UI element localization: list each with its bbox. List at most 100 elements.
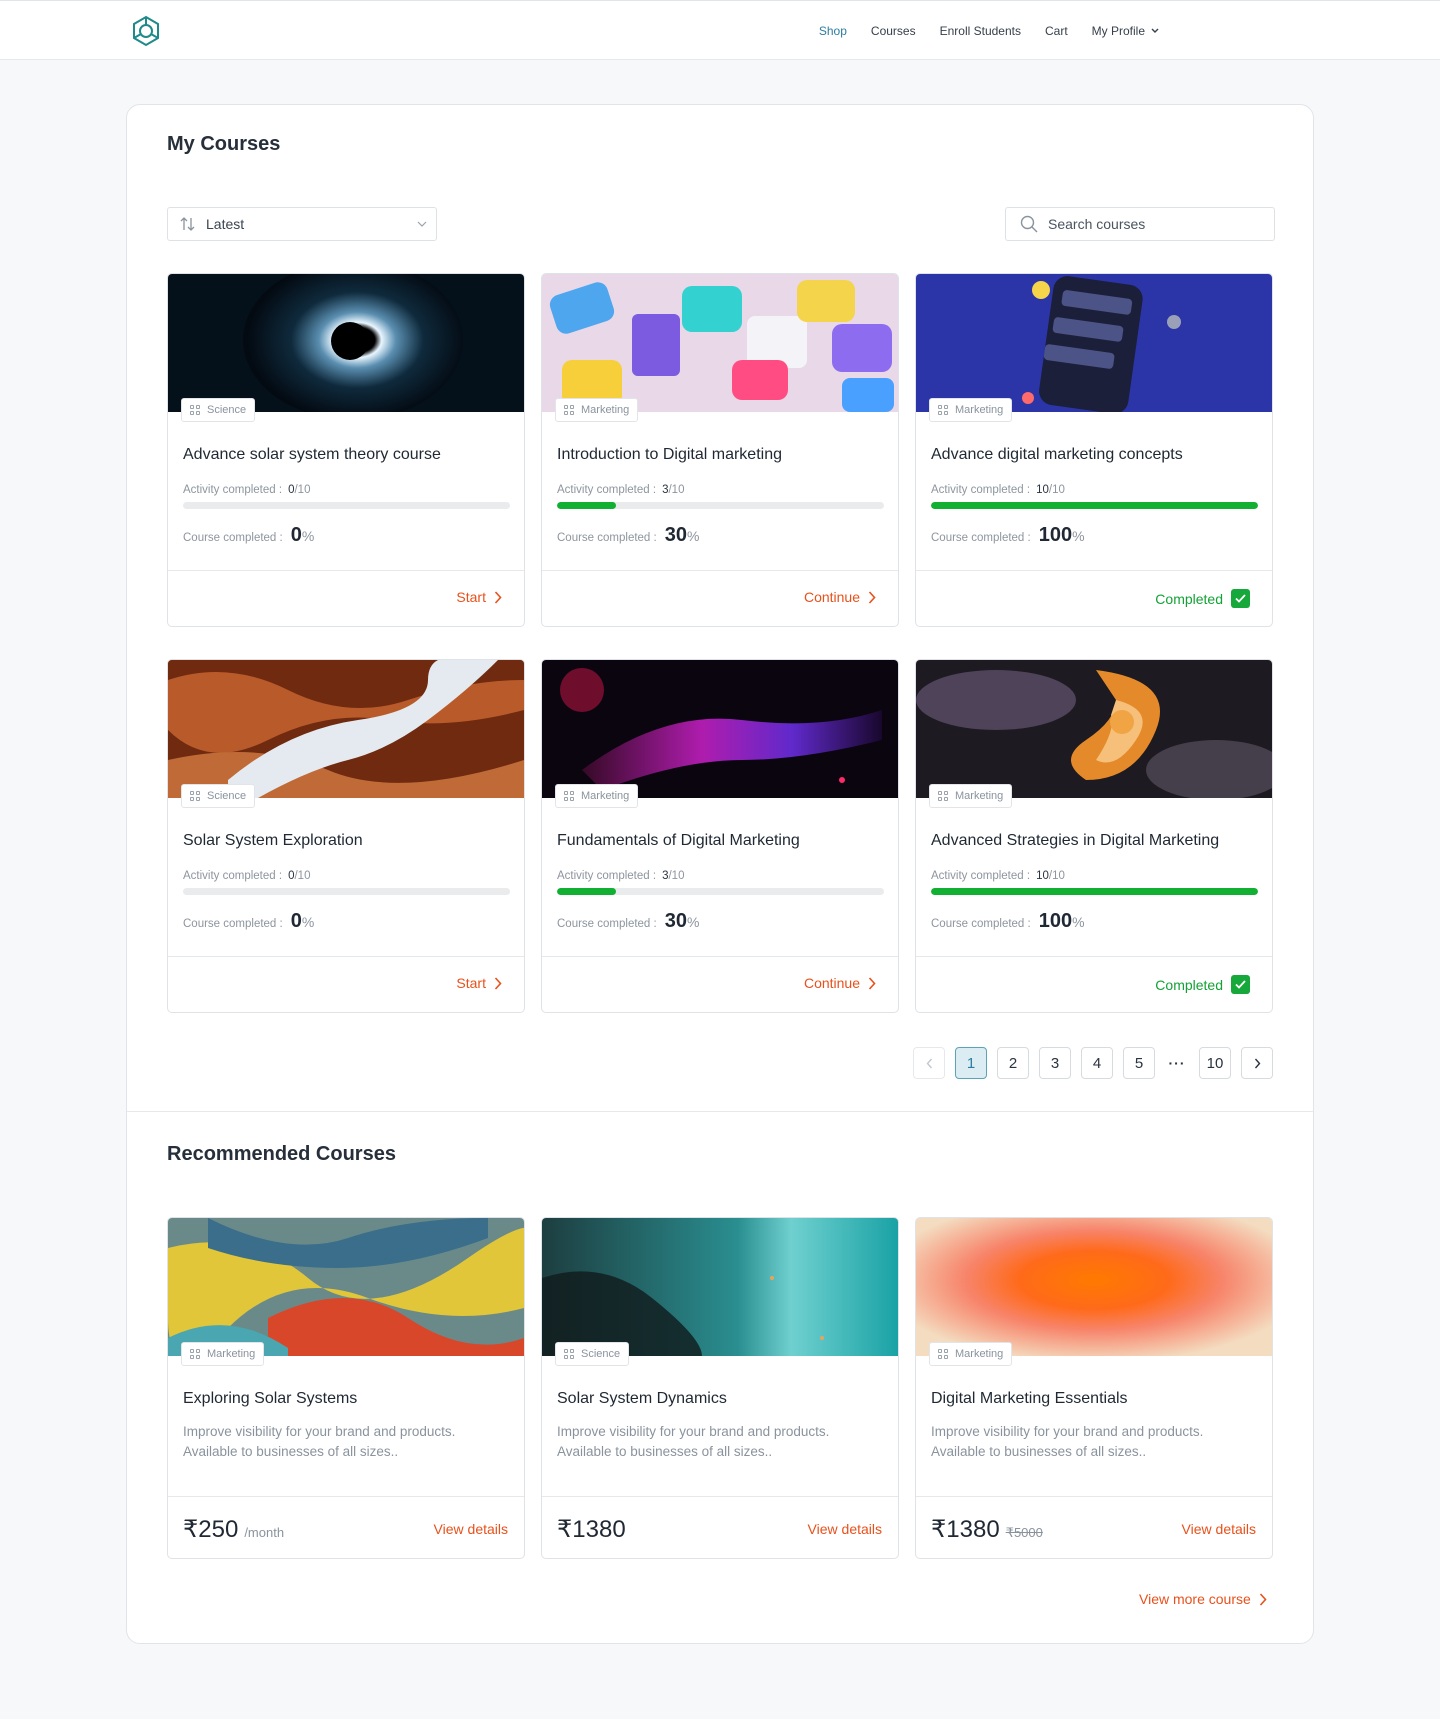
recommended-title: Recommended Courses (167, 1143, 396, 1165)
category-icon (190, 790, 201, 802)
activity-total: /10 (668, 484, 685, 496)
description-line: Available to businesses of all sizes.. (557, 1444, 773, 1459)
logo-icon[interactable] (130, 15, 162, 47)
sort-dropdown[interactable]: Latest (167, 207, 437, 241)
my-courses-title: My Courses (167, 133, 281, 155)
course-percent: 100 (1038, 910, 1073, 932)
course-thumbnail (168, 660, 524, 798)
activity-done: 10 (1036, 870, 1049, 882)
page-button[interactable]: 4 (1081, 1047, 1113, 1079)
price-value: ₹1380 (557, 1516, 626, 1543)
course-label: Course completed : (557, 532, 657, 544)
chevron-right-icon (1254, 1058, 1260, 1068)
course-card[interactable]: Science Advance solar system theory cour… (167, 273, 525, 627)
course-card[interactable]: Marketing Advance digital marketing conc… (915, 273, 1273, 627)
completed-status[interactable]: Completed (1155, 589, 1250, 608)
action-label: Completed (1155, 590, 1223, 607)
activity-completed: Activity completed : 10/10 (931, 870, 1065, 882)
activity-completed: Activity completed :0/10 (183, 870, 310, 882)
view-more-label: View more course (1139, 1591, 1251, 1607)
page-button[interactable]: 10 (1199, 1047, 1231, 1079)
category-label: Marketing (581, 790, 630, 802)
nav-courses[interactable]: Courses (871, 24, 916, 38)
course-title: Solar System Dynamics (557, 1390, 727, 1407)
card-footer: Start (168, 570, 524, 626)
card-footer: ₹250/month View details (168, 1496, 524, 1558)
next-page-button[interactable] (1241, 1047, 1273, 1079)
course-card[interactable]: Marketing Introduction to Digital market… (541, 273, 899, 627)
course-completed: Course completed :100% (931, 524, 1085, 546)
view-details-link[interactable]: View details (1182, 1521, 1256, 1537)
start-button[interactable]: Start (456, 589, 502, 605)
activity-total: /10 (1048, 484, 1065, 496)
nav-shop[interactable]: Shop (819, 24, 847, 38)
prev-page-button[interactable] (913, 1047, 945, 1079)
category-tag: Marketing (555, 784, 639, 808)
search-input[interactable]: Search courses (1005, 207, 1275, 241)
nav-cart[interactable]: Cart (1045, 24, 1068, 38)
progress-fill (557, 888, 616, 895)
course-percent: 100 (1038, 524, 1073, 546)
category-label: Science (207, 790, 247, 802)
description-line: Improve visibility for your brand and pr… (557, 1424, 830, 1439)
course-label: Course completed : (931, 918, 1031, 930)
continue-button[interactable]: Continue (804, 975, 876, 991)
section-divider (127, 1111, 1313, 1112)
search-placeholder: Search courses (1048, 216, 1146, 232)
category-tag: Marketing (181, 1342, 265, 1366)
sort-value: Latest (206, 216, 245, 232)
view-details-link[interactable]: View details (434, 1521, 508, 1537)
price: ₹250/month (183, 1515, 284, 1544)
course-thumbnail (542, 660, 898, 798)
price: ₹1380 (557, 1515, 626, 1544)
search-icon (1020, 215, 1038, 233)
course-label: Course completed : (183, 918, 283, 930)
course-percent: 0 (290, 910, 302, 932)
continue-button[interactable]: Continue (804, 589, 876, 605)
progress-bar (557, 502, 884, 509)
category-icon (190, 404, 201, 416)
course-percent: 0 (290, 524, 302, 546)
view-details-link[interactable]: View details (808, 1521, 882, 1537)
page-button[interactable]: 5 (1123, 1047, 1155, 1079)
start-button[interactable]: Start (456, 975, 502, 991)
category-icon (564, 790, 575, 802)
price: ₹1380 ₹5000 (931, 1515, 1043, 1544)
page-button[interactable]: 1 (955, 1047, 987, 1079)
category-tag: Science (555, 1342, 630, 1366)
course-title: Exploring Solar Systems (183, 1390, 358, 1407)
course-label: Course completed : (931, 532, 1031, 544)
course-description: Improve visibility for your brand and pr… (557, 1422, 877, 1462)
course-title: Advance digital marketing concepts (931, 446, 1183, 463)
course-title: Introduction to Digital marketing (557, 446, 782, 463)
recommended-card[interactable]: Marketing Exploring Solar Systems Improv… (167, 1217, 525, 1559)
view-more-course-link[interactable]: View more course (1139, 1591, 1267, 1607)
category-tag: Science (181, 784, 256, 808)
page-button[interactable]: 3 (1039, 1047, 1071, 1079)
action-label: Start (456, 975, 486, 991)
completed-status[interactable]: Completed (1155, 975, 1250, 994)
course-thumbnail (542, 274, 898, 412)
course-thumbnail (916, 274, 1272, 412)
recommended-card[interactable]: Marketing Digital Marketing Essentials I… (915, 1217, 1273, 1559)
top-nav: Shop Courses Enroll Students Cart My Pro… (0, 0, 1440, 60)
course-card[interactable]: Marketing Advanced Strategies in Digital… (915, 659, 1273, 1013)
price-value: ₹250 (183, 1516, 239, 1543)
progress-bar (183, 502, 510, 509)
chevron-down-icon (1151, 28, 1159, 33)
nav-my-profile-label: My Profile (1091, 24, 1145, 38)
action-label: Start (456, 589, 486, 605)
description-line: Available to businesses of all sizes.. (931, 1444, 1147, 1459)
category-icon (190, 1348, 201, 1360)
activity-label: Activity completed : (557, 484, 657, 496)
nav-my-profile[interactable]: My Profile (1092, 24, 1159, 38)
recommended-card[interactable]: Science Solar System Dynamics Improve vi… (541, 1217, 899, 1559)
course-label: Course completed : (183, 532, 283, 544)
nav-enroll-students[interactable]: Enroll Students (940, 24, 1021, 38)
course-card[interactable]: Science Solar System Exploration Activit… (167, 659, 525, 1013)
category-tag: Marketing (929, 398, 1013, 422)
action-label: Continue (803, 975, 860, 991)
page-button[interactable]: 2 (997, 1047, 1029, 1079)
course-card[interactable]: Marketing Fundamentals of Digital Market… (541, 659, 899, 1013)
category-icon (938, 1348, 949, 1360)
